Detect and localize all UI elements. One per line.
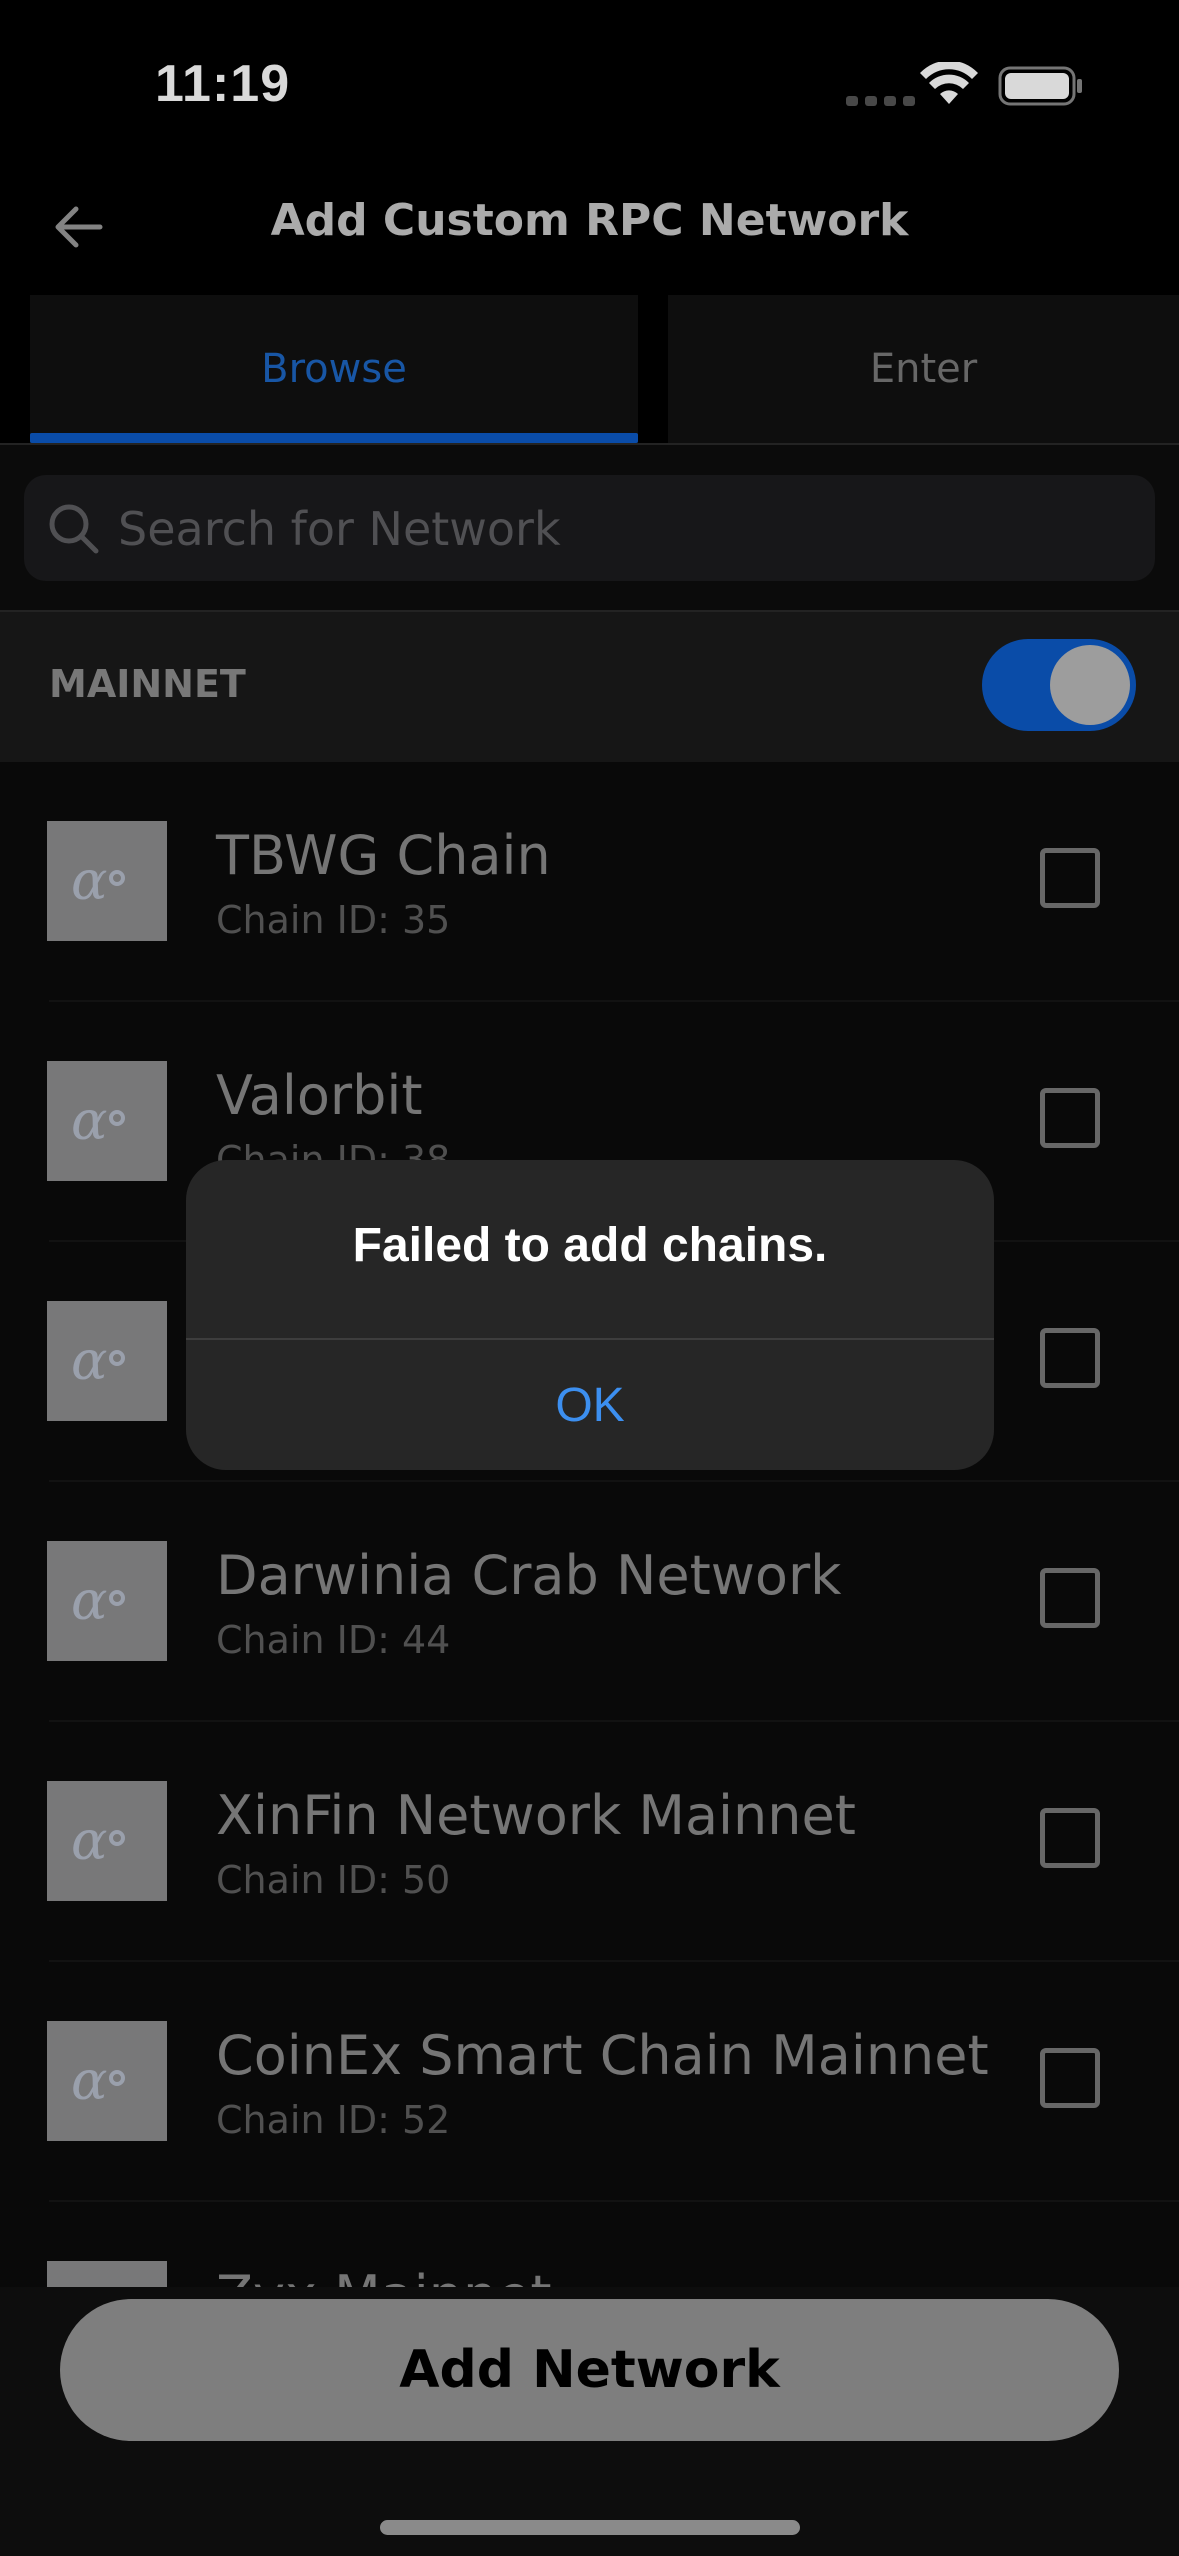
dim-overlay xyxy=(0,0,1179,2287)
bottom-bar: Add Network xyxy=(0,2287,1179,2556)
alert-dialog: Failed to add chains. OK xyxy=(186,1160,994,1470)
screen: 11:19 Add Custom RPC Network Browse Ente… xyxy=(0,0,1179,2556)
home-indicator xyxy=(380,2520,800,2535)
alert-title: Failed to add chains. xyxy=(352,1219,828,1272)
ok-button[interactable]: OK xyxy=(186,1340,994,1470)
add-network-button[interactable]: Add Network xyxy=(60,2299,1119,2441)
